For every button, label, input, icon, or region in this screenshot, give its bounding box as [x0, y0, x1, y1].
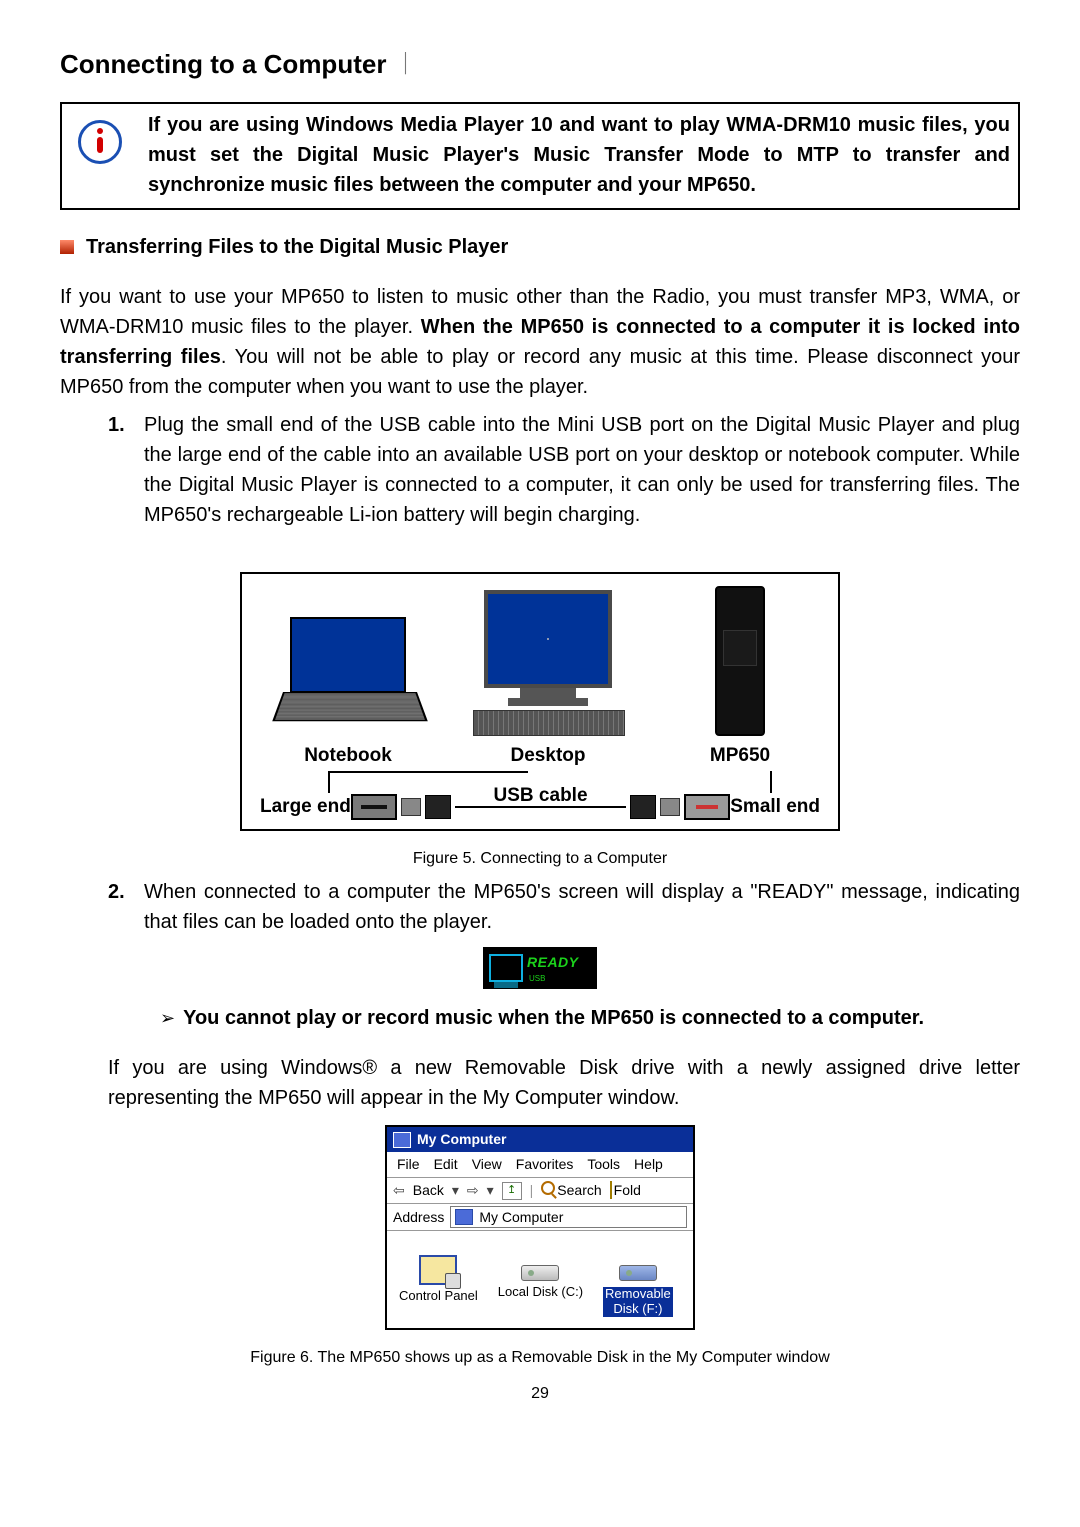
mini-usb-jack-icon	[660, 798, 680, 816]
control-panel-icon	[419, 1255, 457, 1285]
step-list: 1. Plug the small end of the USB cable i…	[60, 410, 1020, 530]
desktop-label: Desktop	[436, 742, 660, 771]
notebook-illustration	[283, 617, 413, 736]
folders-label: Fold	[614, 1182, 641, 1198]
section-heading: Transferring Files to the Digital Music …	[60, 232, 1020, 262]
address-label: Address	[393, 1207, 444, 1228]
ready-usb-label: USB	[529, 973, 579, 985]
local-disk-item[interactable]: Local Disk (C:)	[498, 1255, 583, 1318]
document-page: Connecting to a Computer︱ If you are usi…	[0, 0, 1080, 1527]
usb-a-plug-icon	[425, 795, 451, 819]
removable-disk-icon	[619, 1265, 657, 1281]
large-end-label: Large end	[260, 793, 351, 822]
usb-a-jack-icon	[401, 798, 421, 816]
warning-note: ➢ You cannot play or record music when t…	[60, 1003, 1020, 1033]
mp650-label: MP650	[660, 742, 820, 771]
back-arrow-icon[interactable]: ⇦	[393, 1180, 405, 1201]
usb-a-port-icon	[351, 794, 397, 820]
menu-tools[interactable]: Tools	[587, 1154, 620, 1175]
disk-icon	[521, 1265, 559, 1281]
window-title: My Computer	[417, 1129, 506, 1150]
step-text: When connected to a computer the MP650's…	[144, 881, 1020, 933]
ready-indicator: READY USB	[483, 947, 597, 989]
back-button[interactable]: Back	[413, 1180, 444, 1201]
control-panel-label: Control Panel	[399, 1289, 478, 1304]
address-field[interactable]: My Computer	[450, 1206, 687, 1228]
usb-cable-label: USB cable	[494, 782, 588, 811]
forward-arrow-icon[interactable]: ⇨	[467, 1180, 479, 1201]
usb-cable-illustration: USB cable	[401, 795, 680, 819]
menu-file[interactable]: File	[397, 1154, 420, 1175]
menu-edit[interactable]: Edit	[434, 1154, 458, 1175]
intro-paragraph: If you want to use your MP650 to listen …	[60, 282, 1020, 402]
page-heading: Connecting to a Computer︱	[60, 45, 1020, 84]
step-number: 1.	[108, 410, 125, 440]
window-titlebar[interactable]: My Computer	[387, 1127, 693, 1152]
search-icon	[541, 1181, 555, 1195]
my-computer-icon	[393, 1132, 411, 1148]
local-disk-label: Local Disk (C:)	[498, 1285, 583, 1300]
forward-dropdown-icon[interactable]: ▾	[487, 1180, 494, 1201]
search-label: Search	[557, 1182, 601, 1198]
address-bar: Address My Computer	[387, 1204, 693, 1231]
toolbar: ⇦ Back ▾ ⇨ ▾ ↥ | Search Fold	[387, 1178, 693, 1204]
my-computer-window: My Computer File Edit View Favorites Too…	[385, 1125, 695, 1330]
figure-5: Notebook Desktop MP650	[60, 540, 1020, 871]
menu-bar: File Edit View Favorites Tools Help	[387, 1152, 693, 1178]
small-end-label: Small end	[730, 793, 820, 822]
menu-view[interactable]: View	[472, 1154, 502, 1175]
removable-disk-label: RemovableDisk (F:)	[603, 1287, 673, 1317]
step-1: 1. Plug the small end of the USB cable i…	[108, 410, 1020, 530]
desktop-illustration	[473, 590, 623, 736]
mp650-illustration	[715, 586, 765, 736]
notebook-label: Notebook	[260, 742, 436, 771]
menu-favorites[interactable]: Favorites	[516, 1154, 574, 1175]
step-number: 2.	[108, 877, 125, 907]
step-text: Plug the small end of the USB cable into…	[144, 414, 1020, 526]
ready-text: READY	[527, 952, 579, 973]
search-button[interactable]: Search	[541, 1180, 601, 1201]
control-panel-item[interactable]: Control Panel	[399, 1255, 478, 1318]
my-computer-icon	[455, 1209, 473, 1225]
up-folder-icon[interactable]: ↥	[502, 1182, 522, 1200]
figure-6-caption: Figure 6. The MP650 shows up as a Remova…	[60, 1346, 1020, 1370]
removable-disk-item[interactable]: RemovableDisk (F:)	[603, 1255, 673, 1318]
bullet-icon	[60, 240, 74, 254]
arrow-right-icon: ➢	[160, 1005, 175, 1032]
section-title: Transferring Files to the Digital Music …	[86, 232, 508, 262]
step-list-2: 2. When connected to a computer the MP65…	[60, 877, 1020, 937]
menu-help[interactable]: Help	[634, 1154, 663, 1175]
explorer-body: Control Panel Local Disk (C:) RemovableD…	[387, 1231, 693, 1328]
address-value: My Computer	[479, 1207, 563, 1228]
folders-button[interactable]: Fold	[610, 1180, 641, 1201]
mini-usb-plug-icon	[630, 795, 656, 819]
mini-usb-port-icon	[684, 794, 730, 820]
monitor-icon	[489, 954, 523, 982]
back-dropdown-icon[interactable]: ▾	[452, 1180, 459, 1201]
alert-text: If you are using Windows Media Player 10…	[148, 110, 1010, 200]
heading-text: Connecting to a Computer	[60, 49, 386, 79]
alert-box: If you are using Windows Media Player 10…	[60, 102, 1020, 210]
page-number: 29	[60, 1382, 1020, 1406]
step-2: 2. When connected to a computer the MP65…	[108, 877, 1020, 937]
folders-icon	[610, 1181, 612, 1199]
figure-5-caption: Figure 5. Connecting to a Computer	[60, 847, 1020, 871]
info-icon	[78, 120, 122, 164]
windows-paragraph: If you are using Windows® a new Removabl…	[60, 1053, 1020, 1113]
figure-6: My Computer File Edit View Favorites Too…	[60, 1125, 1020, 1370]
figure-5-frame: Notebook Desktop MP650	[240, 572, 840, 831]
note-text: You cannot play or record music when the…	[183, 1003, 924, 1033]
